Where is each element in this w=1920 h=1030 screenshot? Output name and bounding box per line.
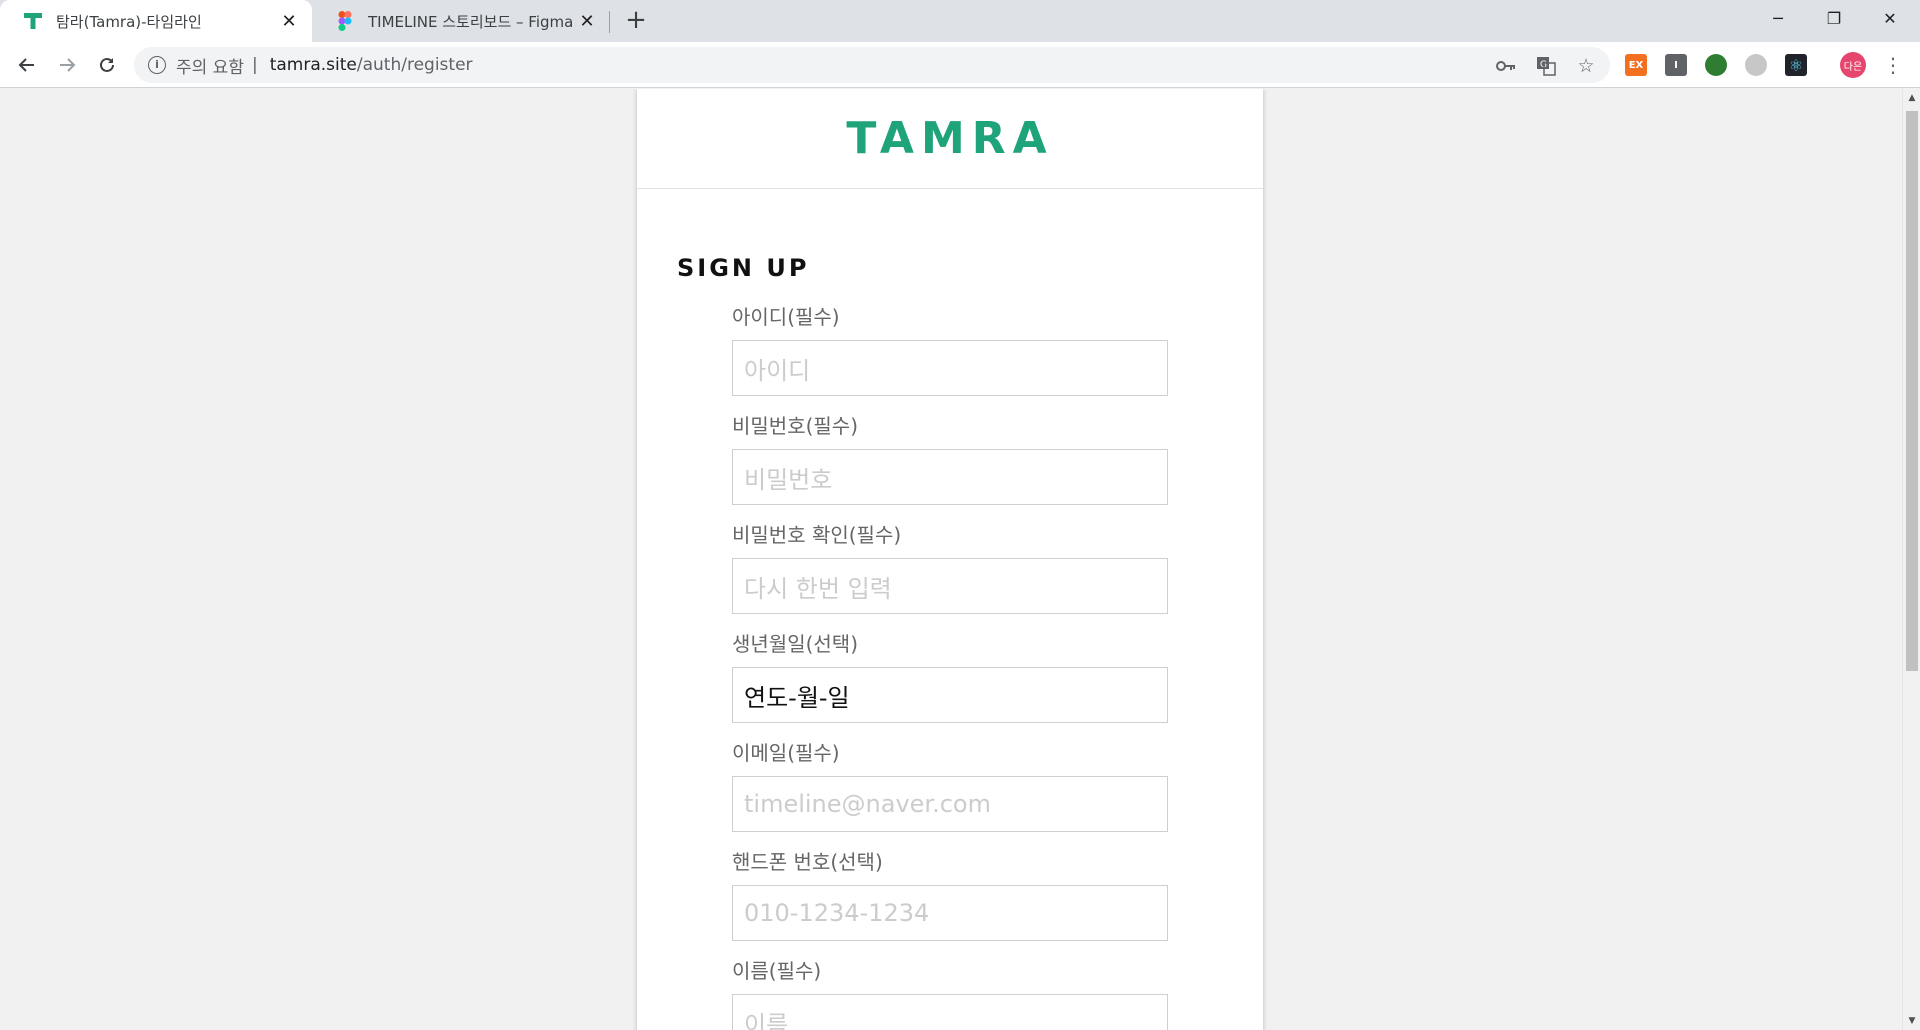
- figma-icon: [334, 10, 356, 32]
- tab-tamra[interactable]: 탐라(Tamra)-타임라인 ✕: [0, 0, 312, 42]
- info-icon[interactable]: i: [148, 56, 166, 74]
- phone-field-group: 핸드폰 번호(선택) 010-1234-1234: [732, 849, 1168, 941]
- birthdate-input[interactable]: 연도-월-일: [732, 667, 1168, 723]
- username-input[interactable]: 아이디: [732, 340, 1168, 396]
- name-label: 이름(필수): [732, 959, 822, 983]
- reload-button[interactable]: [92, 50, 122, 80]
- reload-icon: [100, 57, 114, 72]
- page-title: SIGN UP: [677, 254, 810, 282]
- circle-extension-icon[interactable]: [1745, 54, 1767, 76]
- username-label: 아이디(필수): [732, 305, 840, 329]
- restore-button[interactable]: ❐: [1806, 0, 1862, 36]
- tab-strip: 탐라(Tamra)-타임라인 ✕ TIMELINE 스토리보드 – Figma …: [0, 0, 1920, 42]
- password-input[interactable]: 비밀번호: [732, 449, 1168, 505]
- name-field-group: 이름(필수) 이름: [732, 958, 1168, 1030]
- profile-avatar[interactable]: 다은: [1840, 52, 1866, 78]
- url-path: /auth/register: [356, 55, 473, 75]
- phone-input[interactable]: 010-1234-1234: [732, 885, 1168, 941]
- address-bar[interactable]: i 주의 요함 | tamra.site/auth/register: [134, 47, 1610, 83]
- tab-figma[interactable]: TIMELINE 스토리보드 – Figma ✕: [312, 0, 610, 42]
- page-viewport: TAMRA SIGN UP 아이디(필수) 아이디 비밀번호(필수) 비밀번호 …: [0, 89, 1902, 1030]
- leaf-extension-icon[interactable]: [1705, 54, 1727, 76]
- tab-close-icon[interactable]: ✕: [278, 10, 300, 32]
- phone-label: 핸드폰 번호(선택): [732, 850, 883, 874]
- back-arrow-icon: [18, 58, 34, 72]
- close-window-button[interactable]: ✕: [1862, 0, 1918, 36]
- password-field-group: 비밀번호(필수) 비밀번호: [732, 413, 1168, 505]
- translate-icon[interactable]: G: [1535, 55, 1557, 77]
- ex-extension-icon[interactable]: EX: [1625, 54, 1647, 76]
- react-devtools-icon[interactable]: ⚛: [1785, 54, 1807, 76]
- email-label: 이메일(필수): [732, 741, 840, 765]
- birthdate-field-group: 생년월일(선택) 연도-월-일: [732, 631, 1168, 723]
- email-field-group: 이메일(필수) timeline@naver.com: [732, 740, 1168, 832]
- browser-toolbar: i 주의 요함 | tamra.site/auth/register G ☆ E…: [0, 42, 1920, 88]
- address-separator: |: [251, 55, 258, 75]
- scroll-down-arrow-icon[interactable]: ▼: [1903, 1012, 1920, 1030]
- name-input[interactable]: 이름: [732, 994, 1168, 1030]
- more-menu-icon[interactable]: ⋮: [1880, 52, 1906, 78]
- tamra-t-icon: [22, 10, 44, 32]
- scroll-up-arrow-icon[interactable]: ▲: [1903, 89, 1920, 107]
- security-warning[interactable]: 주의 요함: [176, 53, 244, 78]
- new-tab-button[interactable]: +: [622, 7, 650, 35]
- password-label: 비밀번호(필수): [732, 414, 859, 438]
- register-card: TAMRA SIGN UP 아이디(필수) 아이디 비밀번호(필수) 비밀번호 …: [637, 89, 1263, 1030]
- brand-header: TAMRA: [637, 89, 1263, 189]
- bookmark-star-icon[interactable]: ☆: [1575, 55, 1597, 77]
- password-confirm-label: 비밀번호 확인(필수): [732, 523, 902, 547]
- i-extension-icon[interactable]: I: [1665, 54, 1687, 76]
- forward-arrow-icon: [60, 58, 76, 72]
- forward-button[interactable]: [52, 50, 82, 80]
- tab-title: 탐라(Tamra)-타임라인: [56, 12, 202, 31]
- email-input[interactable]: timeline@naver.com: [732, 776, 1168, 832]
- minimize-button[interactable]: ─: [1750, 0, 1806, 36]
- birthdate-label: 생년월일(선택): [732, 632, 859, 656]
- back-button[interactable]: [12, 50, 42, 80]
- password-confirm-input[interactable]: 다시 한번 입력: [732, 558, 1168, 614]
- tab-title: TIMELINE 스토리보드 – Figma: [368, 12, 574, 31]
- url-host: tamra.site: [269, 55, 357, 75]
- tab-close-icon[interactable]: ✕: [576, 10, 598, 32]
- brand-logo[interactable]: TAMRA: [846, 113, 1053, 164]
- key-icon[interactable]: [1495, 55, 1517, 77]
- tab-separator: [609, 11, 610, 33]
- page-scrollbar[interactable]: ▲ ▼: [1902, 89, 1920, 1030]
- scroll-thumb[interactable]: [1906, 111, 1918, 671]
- username-field-group: 아이디(필수) 아이디: [732, 304, 1168, 396]
- password-confirm-field-group: 비밀번호 확인(필수) 다시 한번 입력: [732, 522, 1168, 614]
